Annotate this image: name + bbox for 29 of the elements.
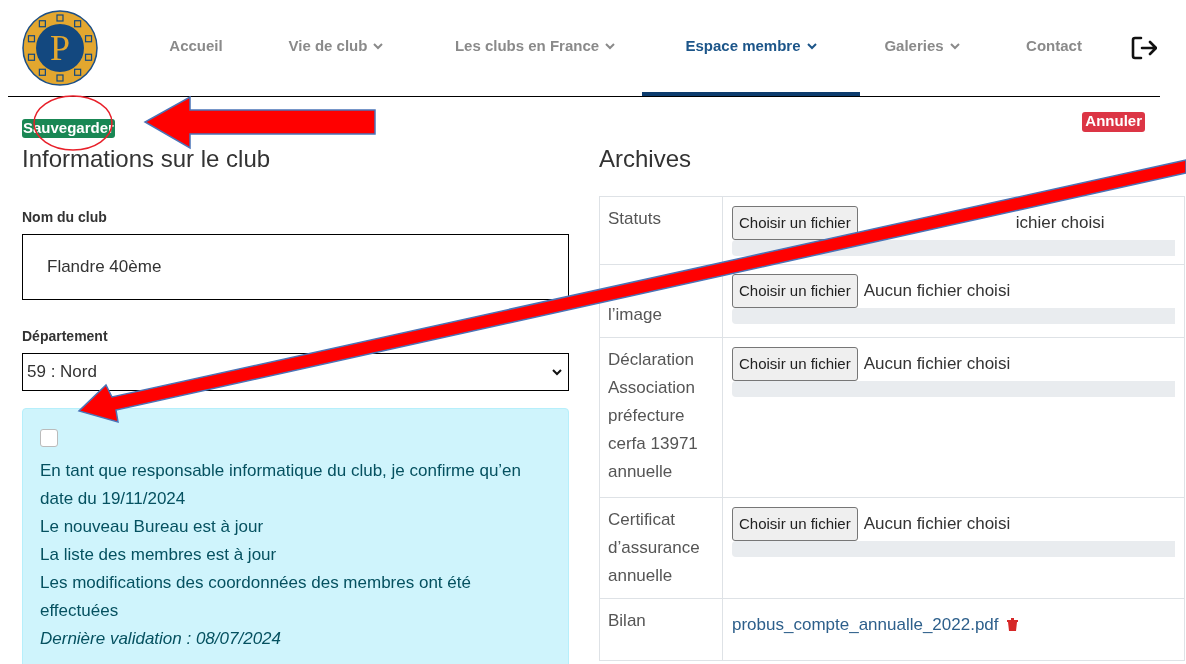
file-button[interactable]: Choisir un fichier — [732, 274, 858, 308]
file-status: Aucun fichier choisi — [863, 353, 1011, 376]
checkbox[interactable] — [40, 429, 58, 447]
file-button[interactable]: Choisir un fichier — [732, 206, 858, 240]
chevron-icon — [552, 368, 562, 376]
trash-icon[interactable] — [1006, 618, 1018, 632]
logout-icon[interactable] — [1131, 36, 1157, 60]
section-heading: Archives — [599, 144, 693, 174]
table-cell: Déclaration Association préfecture cerfa 13971 annuelle — [599, 337, 723, 498]
text-field[interactable]: Flandre 40ème — [22, 234, 569, 300]
file-button[interactable]: Choisir un fichier — [732, 347, 858, 381]
nav-link[interactable]: Espace membre — [642, 0, 860, 96]
confirmation-text: La liste des membres est à jour — [40, 544, 278, 566]
cancel-button[interactable]: Annuler — [1082, 112, 1145, 132]
file-status: Aucun fichier choisi — [863, 513, 1011, 536]
table-cell: Statuts — [599, 196, 723, 265]
file-status: Aucun fichier choisi — [863, 280, 1011, 303]
confirmation-text: Le nouveau Bureau est à jour — [40, 516, 265, 538]
field-label: Département — [22, 327, 109, 346]
confirmation-text: Les modifications des coordonnées des membres ont été effectuées — [40, 572, 472, 622]
table-cell: Certificat d’assurance annuelle — [599, 497, 723, 599]
logo-icon: P — [22, 10, 98, 86]
last-validation-text: Dernière validation : 08/07/2024 — [40, 628, 282, 650]
file-button[interactable]: Choisir un fichier — [732, 507, 858, 541]
section-heading: Informations sur le club — [22, 144, 272, 174]
table-cell: Bilan — [599, 598, 723, 661]
file-status: ichier choisi — [1015, 212, 1105, 235]
field-label: Nom du club — [22, 208, 108, 227]
confirmation-text: En tant que responsable informatique du club, je confirme qu’en date du 19/11/2024 — [40, 460, 523, 510]
